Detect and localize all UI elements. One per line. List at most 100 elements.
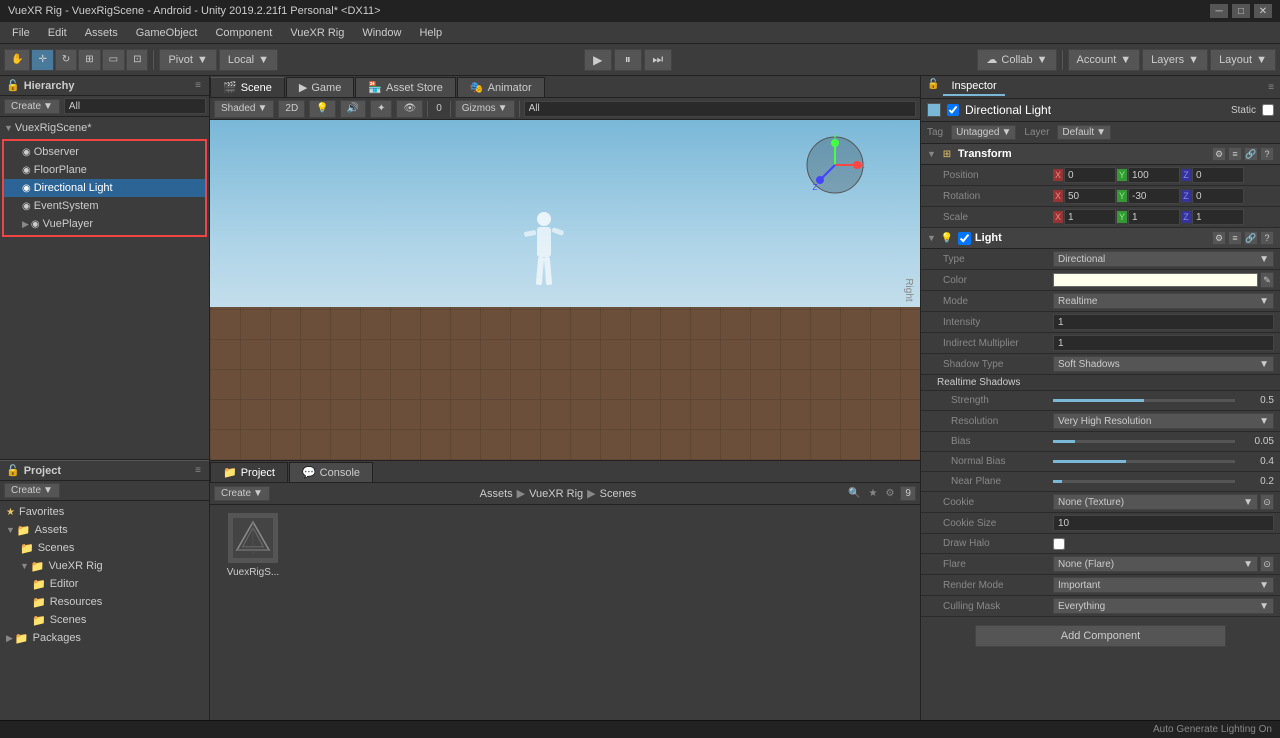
light-checkbox[interactable] <box>958 232 971 245</box>
color-picker-btn[interactable]: ✎ <box>1260 272 1274 288</box>
position-y-input[interactable] <box>1128 167 1180 183</box>
light-gear-btn[interactable]: ⚙ <box>1212 231 1226 245</box>
project-scenes[interactable]: 📁 Scenes <box>4 539 205 557</box>
settings-icon-btn[interactable]: ⚙ <box>883 486 896 501</box>
menu-help[interactable]: Help <box>411 25 450 41</box>
shadowtype-dropdown[interactable]: Soft Shadows▼ <box>1053 356 1274 372</box>
resolution-dropdown[interactable]: Very High Resolution▼ <box>1053 413 1274 429</box>
project-resources[interactable]: 📁 Resources <box>4 593 205 611</box>
project-create-btn2[interactable]: Create▼ <box>214 486 270 501</box>
light-link-btn[interactable]: 🔗 <box>1244 231 1258 245</box>
project-packages[interactable]: ▶ 📁 Packages <box>4 629 205 647</box>
light-scene-btn[interactable]: 💡 <box>309 100 335 118</box>
menu-gameobject[interactable]: GameObject <box>128 25 206 41</box>
tab-project[interactable]: 📁 Project <box>210 462 288 482</box>
inspector-more-btn[interactable]: ≡ <box>1266 81 1276 94</box>
tab-inspector[interactable]: Inspector <box>943 78 1004 96</box>
light-help-btn[interactable]: ? <box>1260 231 1274 245</box>
audio-btn[interactable]: 🔊 <box>340 100 366 118</box>
menu-component[interactable]: Component <box>207 25 280 41</box>
local-btn[interactable]: Local▼ <box>219 49 278 71</box>
tag-dropdown[interactable]: Untagged▼ <box>951 125 1016 140</box>
transform-link-btn[interactable]: 🔗 <box>1244 147 1258 161</box>
bias-slider[interactable] <box>1053 440 1235 443</box>
maximize-button[interactable]: □ <box>1232 4 1250 18</box>
hierarchy-item-directionallight[interactable]: ◉ Directional Light <box>4 179 205 197</box>
move-tool[interactable]: ✛ <box>31 49 53 71</box>
cullingmask-dropdown[interactable]: Everything▼ <box>1053 598 1274 614</box>
position-x-input[interactable] <box>1064 167 1116 183</box>
transform-tool[interactable]: ⊡ <box>126 49 148 71</box>
rect-tool[interactable]: ▭ <box>102 49 125 71</box>
cookie-dropdown[interactable]: None (Texture)▼ <box>1053 494 1258 510</box>
rendermode-dropdown[interactable]: Important▼ <box>1053 577 1274 593</box>
flare-dropdown[interactable]: None (Flare)▼ <box>1053 556 1258 572</box>
hand-tool[interactable]: ✋ <box>4 49 30 71</box>
menu-edit[interactable]: Edit <box>40 25 75 41</box>
tab-console[interactable]: 💬 Console <box>289 462 373 482</box>
transform-more-btn[interactable]: ≡ <box>1228 147 1242 161</box>
menu-assets[interactable]: Assets <box>77 25 126 41</box>
project-more-btn[interactable]: ≡ <box>193 464 203 477</box>
hierarchy-item-eventsystem[interactable]: ◉ EventSystem <box>4 197 205 215</box>
scale-x-input[interactable] <box>1064 209 1116 225</box>
minimize-button[interactable]: ─ <box>1210 4 1228 18</box>
menu-window[interactable]: Window <box>354 25 409 41</box>
layer-dropdown[interactable]: Default▼ <box>1057 125 1111 140</box>
static-checkbox[interactable] <box>1262 104 1274 116</box>
breadcrumb-assets[interactable]: Assets <box>480 488 513 500</box>
strength-slider[interactable] <box>1053 399 1235 402</box>
tab-animator[interactable]: 🎭 Animator <box>457 77 545 97</box>
tab-scene[interactable]: 🎬 Scene <box>210 77 285 97</box>
transform-gear-btn[interactable]: ⚙ <box>1212 147 1226 161</box>
project-vuexr[interactable]: ▼ 📁 VueXR Rig <box>4 557 205 575</box>
step-button[interactable]: ⏭ <box>644 49 672 71</box>
hierarchy-search[interactable] <box>64 98 206 114</box>
tab-game[interactable]: ▶ Game <box>286 77 354 97</box>
cookie-pick-btn[interactable]: ⊙ <box>1260 494 1274 510</box>
add-component-button[interactable]: Add Component <box>975 625 1226 647</box>
hierarchy-item-scene[interactable]: ▼ VuexRigScene* <box>0 119 209 137</box>
search-icon-btn[interactable]: 🔍 <box>846 486 862 501</box>
menu-vuexr[interactable]: VueXR Rig <box>282 25 352 41</box>
drawhalo-checkbox[interactable] <box>1053 538 1065 550</box>
project-favorites[interactable]: ★ Favorites <box>4 503 205 521</box>
hierarchy-item-observer[interactable]: ◉ Observer <box>4 143 205 161</box>
position-z-input[interactable] <box>1192 167 1244 183</box>
project-editor[interactable]: 📁 Editor <box>4 575 205 593</box>
breadcrumb-vuexr[interactable]: VueXR Rig <box>529 488 583 500</box>
rotation-z-input[interactable] <box>1192 188 1244 204</box>
transform-header[interactable]: ▼ ⊞ Transform ⚙ ≡ 🔗 ? <box>921 144 1280 165</box>
transform-help-btn[interactable]: ? <box>1260 147 1274 161</box>
rotate-tool[interactable]: ↻ <box>55 49 77 71</box>
effects-btn[interactable]: ✦ <box>370 100 392 118</box>
hidden-btn[interactable]: 👁 <box>396 100 423 118</box>
intensity-input[interactable] <box>1053 314 1274 330</box>
scale-z-input[interactable] <box>1192 209 1244 225</box>
color-swatch[interactable] <box>1053 273 1258 287</box>
object-active-checkbox[interactable] <box>947 104 959 116</box>
pivot-btn[interactable]: Pivot▼ <box>159 49 216 71</box>
2d-btn[interactable]: 2D <box>278 100 305 118</box>
scale-tool[interactable]: ⊞ <box>78 49 100 71</box>
light-more-btn[interactable]: ≡ <box>1228 231 1242 245</box>
nearplane-slider[interactable] <box>1053 480 1235 483</box>
hierarchy-more-btn[interactable]: ≡ <box>193 79 203 92</box>
indirect-input[interactable] <box>1053 335 1274 351</box>
rotation-y-input[interactable] <box>1128 188 1180 204</box>
layers-btn[interactable]: Layers▼ <box>1142 49 1208 71</box>
layout-btn[interactable]: Layout▼ <box>1210 49 1276 71</box>
play-button[interactable]: ▶ <box>584 49 612 71</box>
breadcrumb-scenes[interactable]: Scenes <box>600 488 637 500</box>
hierarchy-create-btn[interactable]: Create▼ <box>4 99 60 114</box>
type-dropdown[interactable]: Directional▼ <box>1053 251 1274 267</box>
close-button[interactable]: ✕ <box>1254 4 1272 18</box>
project-create-btn[interactable]: Create▼ <box>4 483 60 498</box>
star-filter-btn[interactable]: ★ <box>866 486 879 501</box>
flare-pick-btn[interactable]: ⊙ <box>1260 556 1274 572</box>
scene-view[interactable]: Y X Z Right <box>210 120 920 460</box>
menu-file[interactable]: File <box>4 25 38 41</box>
mode-dropdown[interactable]: Realtime▼ <box>1053 293 1274 309</box>
hierarchy-item-floorplane[interactable]: ◉ FloorPlane <box>4 161 205 179</box>
pause-button[interactable]: ⏸ <box>614 49 642 71</box>
